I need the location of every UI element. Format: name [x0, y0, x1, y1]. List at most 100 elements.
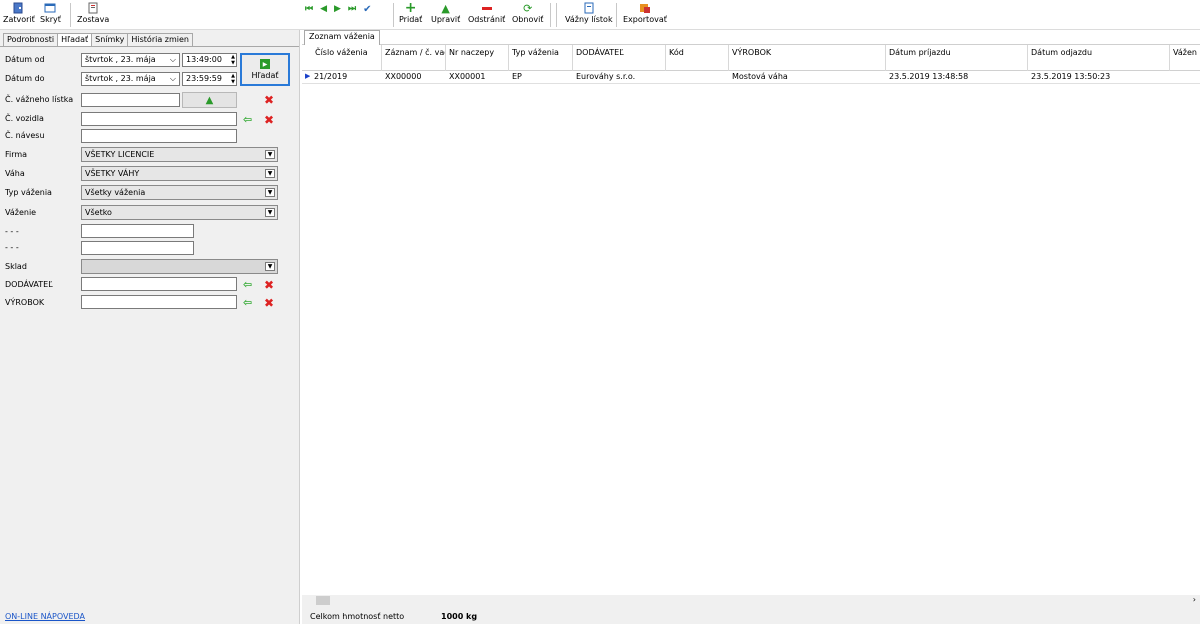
search-button[interactable]: ▶ Hľadať — [240, 53, 290, 86]
extra1-label: - - - — [5, 227, 19, 236]
weigh-type-label: Typ váženia — [5, 188, 52, 197]
column-header[interactable]: Číslo váženia — [312, 45, 382, 71]
triangle-up-icon: ▲ — [441, 1, 450, 15]
warehouse-select[interactable]: ▼ — [81, 259, 278, 274]
vehicle-input[interactable] — [81, 112, 237, 126]
window-icon — [44, 2, 56, 14]
column-header[interactable]: Typ váženia — [509, 45, 573, 71]
close-button[interactable]: Zatvoriť — [3, 2, 35, 28]
hide-button[interactable]: Skryť — [40, 2, 61, 28]
product-input[interactable] — [81, 295, 237, 309]
extra2-input[interactable] — [81, 241, 194, 255]
firm-select[interactable]: VŠETKY LICENCIE ▼ — [81, 147, 278, 162]
clear-icon[interactable]: ✖ — [264, 297, 274, 309]
weighing-label: Váženie — [5, 208, 37, 217]
edit-button[interactable]: ▲ Upraviť — [431, 2, 460, 28]
next-record-icon[interactable]: ▶ — [334, 4, 341, 14]
scroll-right-icon[interactable]: › — [1193, 595, 1196, 604]
chevron-down-icon: ⌵ — [169, 74, 176, 83]
toolbar: Zatvoriť Skryť Zostava ⏮ ◀ ▶ ⏭ ✔ + Prida… — [0, 0, 1200, 30]
table-cell: 21/2019 — [314, 72, 348, 81]
ticket-no-label: Č. vážneho lístka — [5, 95, 74, 104]
date-to-picker[interactable]: štvrtok , 23. mája ⌵ — [81, 72, 180, 86]
trailer-input[interactable] — [81, 129, 237, 143]
extra1-input[interactable] — [81, 224, 194, 238]
refresh-button[interactable]: ⟳ Obnoviť — [512, 2, 543, 28]
date-from-label: Dátum od — [5, 55, 45, 64]
scale-select[interactable]: VŠETKY VÁHY ▼ — [81, 166, 278, 181]
date-from-picker[interactable]: štvrtok , 23. mája ⌵ — [81, 53, 180, 67]
column-header[interactable]: Kód — [666, 45, 729, 71]
refresh-icon: ⟳ — [523, 1, 533, 15]
warehouse-label: Sklad — [5, 262, 27, 271]
arrow-left-icon[interactable]: ⇦ — [243, 279, 252, 291]
total-netto-value: 1000 kg — [441, 612, 478, 621]
arrow-left-icon[interactable]: ⇦ — [243, 114, 252, 126]
triangle-up-icon: ▲ — [205, 94, 214, 106]
door-icon — [13, 2, 24, 14]
tab-history[interactable]: História zmien — [127, 33, 193, 46]
supplier-input[interactable] — [81, 277, 237, 291]
table-cell: XX00000 — [385, 72, 422, 81]
horizontal-scrollbar[interactable]: › — [302, 595, 1200, 606]
column-header[interactable]: Záznam / č. vag — [382, 45, 446, 71]
dropdown-icon: ▼ — [265, 150, 275, 159]
scrollbar-thumb[interactable] — [316, 596, 330, 605]
delete-button[interactable]: Odstrániť — [468, 2, 505, 28]
product-label: VÝROBOK — [5, 298, 45, 307]
ticket-no-input[interactable] — [81, 93, 180, 107]
online-help-link[interactable]: ON-LINE NÁPOVEDA — [5, 612, 85, 621]
table-cell: XX00001 — [449, 72, 486, 81]
chevron-down-icon: ⌵ — [169, 55, 176, 64]
column-header[interactable]: Dátum príjazdu — [886, 45, 1028, 71]
trailer-label: Č. návesu — [5, 131, 45, 140]
table-cell: 23.5.2019 13:48:58 — [889, 72, 969, 81]
total-netto-label: Celkom hmotnosť netto — [310, 612, 405, 621]
right-tabs: Zoznam váženia — [302, 30, 1200, 45]
clear-icon[interactable]: ✖ — [264, 279, 274, 291]
spinner-icon[interactable]: ▲ ▼ — [231, 73, 235, 85]
clear-icon[interactable]: ✖ — [264, 114, 274, 126]
weigh-ticket-button[interactable]: Vážny lístok — [565, 2, 613, 28]
check-all-icon[interactable]: ✔ — [363, 4, 371, 15]
weigh-type-select[interactable]: Všetky váženia ▼ — [81, 185, 278, 200]
time-from-input[interactable]: 13:49:00 ▲ ▼ — [182, 53, 237, 67]
table-cell: 23.5.2019 13:50:23 — [1031, 72, 1111, 81]
last-record-icon[interactable]: ⏭ — [348, 4, 356, 14]
table-cell: Mostová váha — [732, 72, 788, 81]
column-header[interactable]: Nr naczepy — [446, 45, 509, 71]
prev-record-icon[interactable]: ◀ — [320, 4, 327, 14]
export-button[interactable]: Exportovať — [623, 2, 667, 28]
dropdown-icon: ▼ — [265, 208, 275, 217]
tab-search[interactable]: Hľadať — [57, 33, 93, 47]
export-icon — [639, 2, 651, 14]
column-header[interactable]: DODÁVATEĽ — [573, 45, 666, 71]
column-header[interactable]: VÝROBOK — [729, 45, 886, 71]
left-tabs: Podrobnosti Hľadať Snímky História zmien — [3, 33, 193, 47]
minus-icon — [481, 2, 493, 14]
column-header[interactable]: Vážen — [1170, 45, 1200, 71]
firm-label: Firma — [5, 150, 28, 159]
grid-header: Číslo váženia Záznam / č. vag Nr naczepy… — [302, 45, 1200, 71]
tab-snapshots[interactable]: Snímky — [91, 33, 129, 46]
lookup-button[interactable]: ▲ — [182, 92, 237, 108]
status-bar: Celkom hmotnosť netto 1000 kg — [302, 606, 1200, 624]
time-to-input[interactable]: 23:59:59 ▲ ▼ — [182, 72, 237, 86]
first-record-icon[interactable]: ⏮ — [305, 4, 313, 14]
row-pointer-icon: ▶ — [305, 72, 311, 80]
scale-label: Váha — [5, 169, 25, 178]
table-row[interactable]: ▶ 21/2019 XX00000 XX00001 EP Eurováhy s.… — [302, 71, 1200, 84]
clear-icon[interactable]: ✖ — [264, 94, 274, 106]
date-to-label: Dátum do — [5, 74, 45, 83]
tab-details[interactable]: Podrobnosti — [3, 33, 59, 46]
report-button[interactable]: Zostava — [77, 2, 109, 28]
table-cell: EP — [512, 72, 522, 81]
column-header[interactable]: Dátum odjazdu — [1028, 45, 1170, 71]
spinner-icon[interactable]: ▲ ▼ — [231, 54, 235, 66]
add-button[interactable]: + Pridať — [399, 1, 422, 28]
arrow-left-icon[interactable]: ⇦ — [243, 297, 252, 309]
weighing-select[interactable]: Všetko ▼ — [81, 205, 278, 220]
extra2-label: - - - — [5, 243, 19, 252]
vehicle-label: Č. vozidla — [5, 114, 44, 123]
tab-weighing-list[interactable]: Zoznam váženia — [304, 30, 380, 45]
